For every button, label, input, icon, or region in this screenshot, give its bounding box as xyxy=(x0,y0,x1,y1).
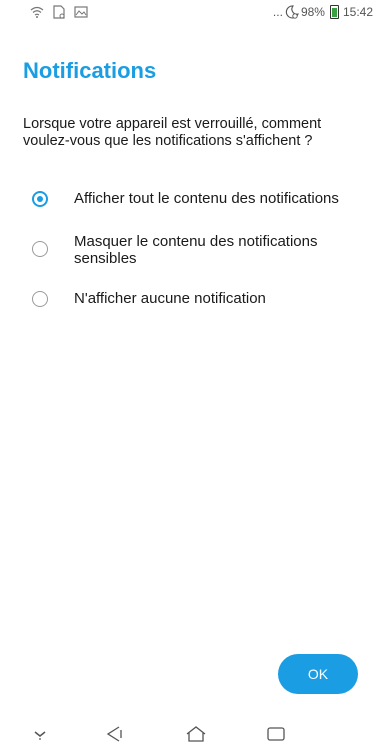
radio-no-notifications[interactable] xyxy=(32,291,48,307)
status-left xyxy=(0,5,88,19)
page-title: Notifications xyxy=(23,58,157,83)
recents-icon[interactable] xyxy=(264,722,288,746)
chevron-down-icon[interactable] xyxy=(28,722,52,746)
sim-card-icon xyxy=(53,5,65,19)
do-not-disturb-icon xyxy=(285,5,299,19)
radio-show-all[interactable] xyxy=(32,191,48,207)
option-label: Afficher tout le contenu des notificatio… xyxy=(74,190,339,207)
radio-hide-sensitive[interactable] xyxy=(32,241,48,257)
status-right: ... 98% 15:42 xyxy=(273,5,381,19)
wifi-icon xyxy=(30,6,44,18)
back-icon[interactable] xyxy=(102,722,126,746)
battery-percent: 98% xyxy=(300,5,325,19)
home-icon[interactable] xyxy=(184,722,208,746)
image-notification-icon xyxy=(74,6,88,18)
navigation-bar xyxy=(0,712,381,756)
option-label: Masquer le contenu des notifications sen… xyxy=(74,233,318,267)
option-label: N'afficher aucune notification xyxy=(74,290,266,307)
ok-button[interactable]: OK xyxy=(278,654,358,694)
battery-icon xyxy=(329,5,339,19)
clock: 15:42 xyxy=(342,5,373,19)
question-text: Lorsque votre appareil est verrouillé, c… xyxy=(23,116,322,149)
status-bar: ... 98% 15:42 xyxy=(0,0,381,24)
more-notifications-indicator: ... xyxy=(272,5,283,19)
